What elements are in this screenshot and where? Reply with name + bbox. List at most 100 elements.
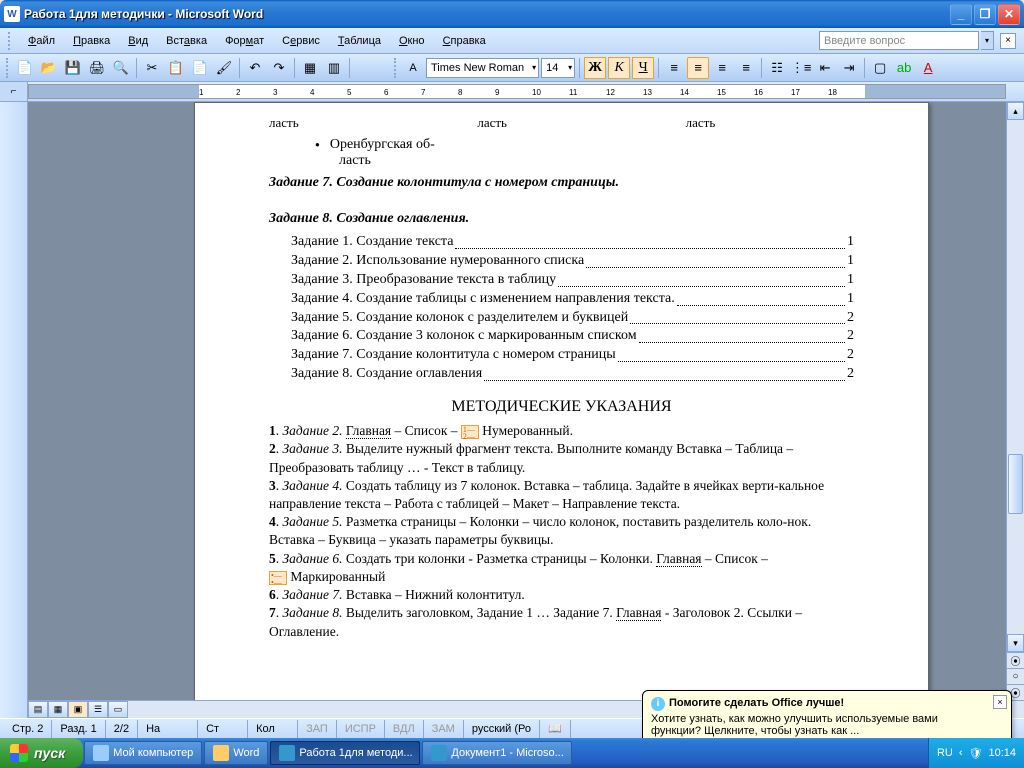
vertical-scrollbar[interactable]: ▴ ▾ ⦿ ○ ⦿ — [1006, 102, 1024, 700]
align-left-button[interactable]: ≡ — [663, 57, 685, 79]
taskbar-item-doc2[interactable]: Документ1 - Microso... — [422, 741, 572, 765]
browse-object-button[interactable]: ○ — [1007, 668, 1024, 684]
status-line[interactable]: Ст — [198, 720, 248, 738]
menu-tools[interactable]: Сервис — [274, 32, 328, 50]
tray-lang[interactable]: RU — [937, 747, 953, 759]
horizontal-ruler[interactable]: 123456789101112131415161718 — [28, 84, 1006, 99]
save-button[interactable]: 💾 — [62, 57, 84, 79]
menu-view[interactable]: Вид — [120, 32, 156, 50]
toc-row[interactable]: Задание 3. Преобразование текста в табли… — [291, 271, 854, 290]
font-color-button[interactable]: A — [917, 57, 939, 79]
status-at[interactable]: На — [138, 720, 198, 738]
taskbar-item-doc1[interactable]: Работа 1для методи... — [270, 741, 420, 765]
align-justify-button[interactable]: ≡ — [735, 57, 757, 79]
columns-button[interactable]: ▥ — [323, 57, 345, 79]
copy-button[interactable]: 📋 — [165, 57, 187, 79]
print-view-button[interactable]: ▣ — [68, 701, 88, 718]
format-painter-button[interactable]: 🖌 — [213, 57, 235, 79]
highlight-button[interactable]: ab — [893, 57, 915, 79]
tray-hide-icon[interactable]: ‹ — [959, 747, 963, 759]
section-title: МЕТОДИЧЕСКИЕ УКАЗАНИЯ — [269, 398, 854, 416]
window-close-button[interactable]: ✕ — [998, 4, 1020, 25]
status-page[interactable]: Стр. 2 — [4, 720, 52, 738]
window-maximize-button[interactable]: ❐ — [974, 4, 996, 25]
status-spell-icon[interactable]: 📖 — [540, 720, 571, 738]
scroll-up-button[interactable]: ▴ — [1007, 102, 1024, 120]
align-center-button[interactable]: ≡ — [687, 57, 709, 79]
decrease-indent-button[interactable]: ⇤ — [814, 57, 836, 79]
paste-button[interactable]: 📄 — [189, 57, 211, 79]
status-ovr[interactable]: ЗАМ — [424, 720, 464, 738]
balloon-body: Хотите узнать, как можно улучшить исполь… — [651, 713, 989, 737]
status-ext[interactable]: ВДЛ — [385, 720, 424, 738]
numbered-list-button[interactable]: ☷ — [766, 57, 788, 79]
underline-button[interactable]: Ч — [632, 57, 654, 79]
prev-page-button[interactable]: ⦿ — [1007, 652, 1024, 668]
status-pages[interactable]: 2/2 — [106, 720, 138, 738]
undo-button[interactable]: ↶ — [244, 57, 266, 79]
scroll-thumb[interactable] — [1008, 454, 1023, 514]
toc-row[interactable]: Задание 8. Создание оглавления2 — [291, 365, 854, 384]
normal-view-button[interactable]: ▤ — [28, 701, 48, 718]
tray-shield-icon[interactable]: 🛡 — [969, 747, 983, 760]
toc-row[interactable]: Задание 2. Использование нумерованного с… — [291, 252, 854, 271]
borders-button[interactable]: ▢ — [869, 57, 891, 79]
tray-clock[interactable]: 10:14 — [988, 747, 1016, 759]
start-button[interactable]: пуск — [0, 738, 83, 768]
font-name-combo[interactable]: Times New Roman — [426, 58, 539, 78]
toc-row[interactable]: Задание 1. Создание текста1 — [291, 233, 854, 252]
redo-button[interactable]: ↷ — [268, 57, 290, 79]
insert-table-button[interactable]: ▦ — [299, 57, 321, 79]
menu-format[interactable]: Формат — [217, 32, 272, 50]
bold-button[interactable]: Ж — [584, 57, 606, 79]
style-button[interactable]: A — [402, 57, 424, 79]
taskbar-item-wordfolder[interactable]: Word — [204, 741, 268, 765]
reading-view-button[interactable]: ▭ — [108, 701, 128, 718]
toolbar-grip[interactable] — [8, 32, 14, 50]
toc-row[interactable]: Задание 7. Создание колонтитула с номеро… — [291, 346, 854, 365]
align-right-button[interactable]: ≡ — [711, 57, 733, 79]
print-preview-button[interactable]: 🔍 — [110, 57, 132, 79]
close-doc-button[interactable]: × — [1000, 33, 1016, 49]
toolbar-grip[interactable] — [6, 58, 10, 78]
cut-button[interactable]: ✂ — [141, 57, 163, 79]
scroll-down-button[interactable]: ▾ — [1007, 634, 1024, 652]
status-trk[interactable]: ИСПР — [337, 720, 385, 738]
office-feedback-balloon[interactable]: × iПомогите сделать Office лучше! Хотите… — [642, 690, 1012, 744]
toc-row[interactable]: Задание 5. Создание колонок с разделител… — [291, 309, 854, 328]
status-rec[interactable]: ЗАП — [298, 720, 337, 738]
computer-icon — [93, 745, 109, 761]
menu-insert[interactable]: Вставка — [158, 32, 215, 50]
menu-window[interactable]: Окно — [391, 32, 433, 50]
status-section[interactable]: Разд. 1 — [52, 720, 105, 738]
window-minimize-button[interactable]: _ — [950, 4, 972, 25]
toolbar-grip[interactable] — [394, 58, 398, 78]
taskbar-item-mycomputer[interactable]: Мой компьютер — [84, 741, 202, 765]
menu-edit[interactable]: Правка — [65, 32, 118, 50]
tab-selector[interactable]: ⌐ — [0, 82, 28, 101]
status-lang[interactable]: русский (Ро — [464, 720, 540, 738]
help-question-dropdown[interactable]: ▾ — [981, 31, 994, 50]
balloon-close-button[interactable]: × — [993, 695, 1007, 709]
bulleted-list-button[interactable]: ⋮≡ — [790, 57, 812, 79]
web-view-button[interactable]: ▦ — [48, 701, 68, 718]
toc-row[interactable]: Задание 6. Создание 3 колонок с маркиров… — [291, 327, 854, 346]
toc-page: 2 — [847, 346, 854, 365]
increase-indent-button[interactable]: ⇥ — [838, 57, 860, 79]
menu-help[interactable]: Справка — [435, 32, 494, 50]
font-size-combo[interactable]: 14 — [541, 58, 575, 78]
new-doc-button[interactable]: 📄 — [14, 57, 36, 79]
status-col[interactable]: Кол — [248, 720, 298, 738]
system-tray[interactable]: RU ‹ 🛡 10:14 — [928, 738, 1024, 768]
menu-file[interactable]: Файл — [20, 32, 63, 50]
print-button[interactable]: 🖨 — [86, 57, 108, 79]
open-button[interactable]: 📂 — [38, 57, 60, 79]
outline-view-button[interactable]: ☰ — [88, 701, 108, 718]
menu-table[interactable]: Таблица — [330, 32, 389, 50]
toc-row[interactable]: Задание 4. Создание таблицы с изменением… — [291, 290, 854, 309]
italic-button[interactable]: К — [608, 57, 630, 79]
vertical-ruler[interactable] — [0, 102, 28, 718]
document-area[interactable]: ласть ласть ласть Оренбургская об- ласть… — [28, 102, 1024, 718]
document-page[interactable]: ласть ласть ласть Оренбургская об- ласть… — [194, 102, 929, 702]
help-question-box[interactable]: Введите вопрос — [819, 31, 979, 50]
